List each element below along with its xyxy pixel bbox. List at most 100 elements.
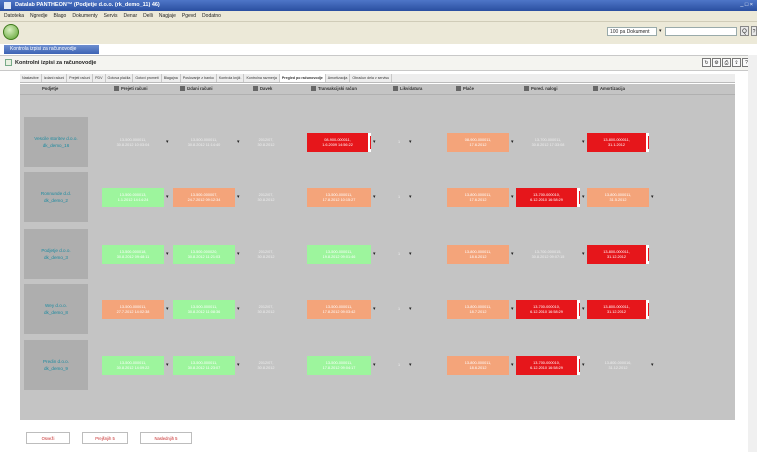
dropdown-arrow-icon[interactable]: ▾ [409, 195, 412, 200]
column-header-liquidity[interactable]: Likvidatura [393, 84, 422, 94]
section-tab[interactable]: Gotovi prometi [133, 74, 162, 82]
dropdown-arrow-icon[interactable]: ▾ [373, 307, 376, 312]
settings-icon[interactable]: ⚙ [712, 58, 721, 67]
status-cell-received[interactable]: 13-500-000011, 30.8.2012 14:09:22 [102, 356, 164, 375]
section-tab[interactable]: Nastavitve [20, 74, 42, 82]
status-cell-received[interactable]: 13-500-000018, 30.8.2012 09:48:11 [102, 245, 164, 264]
menu-item[interactable]: Servis [104, 13, 118, 19]
document-tab[interactable]: Kontrola izpisi za računovodje [4, 45, 99, 54]
status-cell-liquidity[interactable]: 1 [391, 133, 407, 152]
dropdown-arrow-icon[interactable]: ▾ [582, 195, 585, 200]
section-tab[interactable]: Poslovanje z banko [181, 74, 217, 82]
menu-item[interactable]: Denar [124, 13, 138, 19]
dropdown-arrow-icon[interactable]: ▾ [237, 140, 240, 145]
status-cell-tax[interactable]: 2012/07, 30.8.2012 [248, 300, 284, 319]
company-name[interactable]: Ronnunde d.d. dk_demo_2 [24, 172, 88, 222]
section-tab[interactable]: Blagajna [162, 74, 181, 82]
dropdown-arrow-icon[interactable]: ▾ [166, 252, 169, 257]
status-cell-liquidity[interactable]: 1 [391, 356, 407, 375]
dropdown-arrow-icon[interactable]: ▾ [409, 252, 412, 257]
refresh-button[interactable]: Osveži [26, 432, 70, 444]
company-name[interactable]: Vescile storitev d.o.o. dk_demo_16 [24, 117, 88, 167]
dropdown-arrow-icon[interactable]: ▾ [651, 195, 654, 200]
status-cell-payroll[interactable]: 13-800-000011, 17.6.2012 [447, 188, 509, 207]
company-name[interactable]: Wey d.o.o. dk_demo_8 [24, 284, 88, 334]
dropdown-arrow-icon[interactable]: ▾ [409, 140, 412, 145]
status-cell-liquidity[interactable]: 1 [391, 300, 407, 319]
column-header-fixed[interactable]: Pored. nalogi [524, 84, 558, 94]
column-header-depreciation[interactable]: Amortizacija [593, 84, 625, 94]
status-cell-fixed[interactable]: 13-700-000011, 30.8.2012 17:33:08 [516, 133, 580, 152]
refresh-icon[interactable]: ↻ [702, 58, 711, 67]
menu-item[interactable]: Delli [143, 13, 153, 19]
dropdown-arrow-icon[interactable]: ▾ [409, 363, 412, 368]
vertical-scrollbar[interactable] [748, 55, 757, 452]
status-cell-issued[interactable]: 13-500-000011, 30.8.2012 11:23:07 [173, 356, 235, 375]
menu-item[interactable]: Dodatno [202, 13, 221, 19]
print-icon[interactable]: ⎙ [722, 58, 731, 67]
next-page-button[interactable]: Naslednjih 5 [140, 432, 192, 444]
status-cell-issued[interactable]: 13-500-000007, 24.7.2012 09:12:34 [173, 188, 235, 207]
status-cell-payroll[interactable]: 08-900-000011, 17.6.2012 [447, 133, 509, 152]
status-cell-depreciation[interactable]: 13-800-000016, 31.12.2012 [587, 356, 649, 375]
status-cell-tax[interactable]: 2012/07, 30.8.2012 [248, 356, 284, 375]
company-name[interactable]: Podjetje d.o.o. dk_demo_3 [24, 229, 88, 279]
status-cell-payroll[interactable]: 13-800-000011, 18.6.2012 [447, 356, 509, 375]
status-cell-depreciation[interactable]: 13-800-000011, 31.12.2012 [587, 300, 649, 319]
dropdown-arrow-icon[interactable]: ▾ [511, 307, 514, 312]
dropdown-arrow-icon[interactable]: ▾ [511, 195, 514, 200]
section-tab[interactable]: Obračun dela v servisu [350, 74, 393, 82]
column-header-received[interactable]: Prejeti računi [114, 84, 148, 94]
column-header-tax[interactable]: Davek [253, 84, 272, 94]
status-cell-transactions[interactable]: 13-500-000011, 17.8.2012 09:03:42 [307, 300, 371, 319]
dropdown-arrow-icon[interactable]: ▾ [373, 140, 376, 145]
dropdown-arrow-icon[interactable]: ▾ [237, 252, 240, 257]
dropdown-arrow-icon[interactable]: ▾ [373, 195, 376, 200]
chevron-down-icon[interactable]: ▾ [659, 27, 662, 36]
status-cell-fixed[interactable]: 13-700-000010, 6.12.2010 16:58:29 [516, 356, 580, 375]
status-cell-issued[interactable]: 13-500-000020, 30.8.2012 11:21:03 [173, 245, 235, 264]
dropdown-arrow-icon[interactable]: ▾ [582, 252, 585, 257]
status-cell-received[interactable]: 13-500-000013, 1.1.2012 14:14:24 [102, 188, 164, 207]
dropdown-arrow-icon[interactable]: ▾ [373, 363, 376, 368]
search-button[interactable]: Q [740, 26, 749, 36]
previous-page-button[interactable]: Prejšnjih 5 [82, 432, 128, 444]
status-cell-tax[interactable]: 2012/07, 30.8.2012 [248, 245, 284, 264]
status-cell-payroll[interactable]: 13-800-000011, 18.6.2012 [447, 245, 509, 264]
section-tab[interactable]: Kontrola knjiž. [217, 74, 245, 82]
status-cell-fixed[interactable]: 13-700-000015, 30.8.2012 09:07:15 [516, 245, 580, 264]
column-header-payroll[interactable]: Plače [456, 84, 474, 94]
dropdown-arrow-icon[interactable]: ▾ [166, 307, 169, 312]
section-tab[interactable]: Izdani računi [42, 74, 68, 82]
dropdown-arrow-icon[interactable]: ▾ [373, 252, 376, 257]
status-cell-transactions[interactable]: 08-900-000011, 1.6.2009 14:56:22 [307, 133, 371, 152]
export-icon[interactable]: ⇪ [732, 58, 741, 67]
status-cell-issued[interactable]: 13-500-000011, 30.8.2012 11:08:36 [173, 300, 235, 319]
dropdown-arrow-icon[interactable]: ▾ [237, 363, 240, 368]
status-cell-tax[interactable]: 2012/07, 30.8.2012 [248, 133, 284, 152]
dropdown-arrow-icon[interactable]: ▾ [511, 252, 514, 257]
menu-item[interactable]: Pgevd [182, 13, 196, 19]
menu-item[interactable]: Blago [54, 13, 67, 19]
menu-item[interactable]: Nagjaje [159, 13, 176, 19]
status-cell-liquidity[interactable]: 1 [391, 245, 407, 264]
menu-item[interactable]: Ngredje [30, 13, 48, 19]
status-cell-fixed[interactable]: 13-700-000010, 6.12.2010 16:58:29 [516, 300, 580, 319]
section-tab[interactable]: Gotova plačila [106, 74, 134, 82]
section-tab[interactable]: PDV [93, 74, 106, 82]
status-cell-depreciation[interactable]: 13-800-000011, 31.1.2012 [587, 133, 649, 152]
dropdown-arrow-icon[interactable]: ▾ [651, 363, 654, 368]
menu-item[interactable]: Datoteka [4, 13, 24, 19]
dropdown-arrow-icon[interactable]: ▾ [511, 140, 514, 145]
status-cell-transactions[interactable]: 13-500-000011, 19.8.2012 09:01:46 [307, 245, 371, 264]
menu-item[interactable]: Dokumenty [72, 13, 97, 19]
dropdown-arrow-icon[interactable]: ▾ [166, 140, 169, 145]
status-cell-depreciation[interactable]: 13-800-000011, 31.12.2012 [587, 245, 649, 264]
dropdown-arrow-icon[interactable]: ▾ [582, 140, 585, 145]
section-tab[interactable]: Pregled po računovodje [279, 74, 326, 82]
status-cell-fixed[interactable]: 13-700-000010, 6.12.2010 16:58:29 [516, 188, 580, 207]
document-type-select[interactable]: 100 pa Dokument [607, 27, 657, 36]
status-cell-transactions[interactable]: 13-500-000011, 17.8.2012 09:04:17 [307, 356, 371, 375]
pantheon-logo-icon[interactable] [3, 24, 19, 40]
dropdown-arrow-icon[interactable]: ▾ [511, 363, 514, 368]
